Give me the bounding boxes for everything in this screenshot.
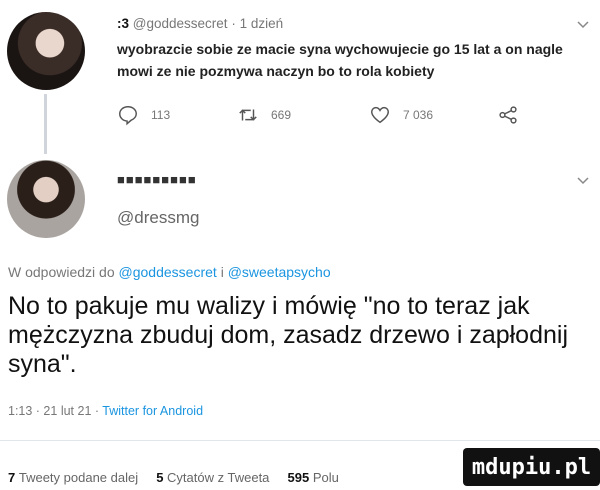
quotes-stat-count: 5 bbox=[156, 470, 164, 485]
likes-stat[interactable]: 595 Polu bbox=[287, 470, 338, 485]
tweet1-text: wyobrazcie sobie ze macie syna wychowuje… bbox=[117, 41, 563, 79]
mention-goddessecret[interactable]: @goddessecret bbox=[119, 264, 217, 280]
reply-context: W odpowiedzi do @goddessecret i @sweetap… bbox=[8, 264, 331, 280]
mention-sweetapsycho[interactable]: @sweetapsycho bbox=[228, 264, 331, 280]
tweet2-client[interactable]: Twitter for Android bbox=[102, 404, 203, 418]
retweet-button[interactable]: 669 bbox=[237, 104, 291, 126]
share-icon bbox=[499, 106, 517, 124]
tweet1-name[interactable]: :3 bbox=[117, 16, 129, 31]
avatar-goddessecret[interactable] bbox=[7, 12, 85, 90]
watermark-text: mdupiu.pl bbox=[471, 454, 592, 480]
reply-prefix: W odpowiedzi do bbox=[8, 264, 115, 280]
tweet2-meta: 1:13 · 21 lut 21 · Twitter for Android bbox=[8, 404, 203, 418]
tweet2-name[interactable]: ■■■■■■■■■ bbox=[117, 172, 197, 187]
like-button[interactable]: 7 036 bbox=[369, 104, 433, 126]
tweet1-handle[interactable]: @goddessecret bbox=[133, 16, 228, 31]
tweet2-time: 1:13 · 21 lut 21 · bbox=[8, 404, 100, 418]
heart-icon bbox=[371, 106, 389, 124]
reply-button[interactable]: 113 bbox=[117, 104, 170, 126]
reply-and: i bbox=[220, 264, 224, 280]
like-count: 7 036 bbox=[403, 108, 434, 122]
tweet-stats: 7 Tweety podane dalej 5 Cytatów z Tweeta… bbox=[8, 470, 339, 485]
retweets-stat-count: 7 bbox=[8, 470, 16, 485]
tweet1-header: :3 @goddessecret · 1 dzień bbox=[117, 16, 284, 31]
quotes-stat[interactable]: 5 Cytatów z Tweeta bbox=[156, 470, 269, 485]
tweet2-handle[interactable]: @dressmg bbox=[117, 208, 199, 228]
watermark-logo: mdupiu.pl bbox=[463, 448, 600, 486]
retweets-stat-label: Tweety podane dalej bbox=[18, 470, 139, 485]
quotes-stat-label: Cytatów z Tweeta bbox=[167, 470, 270, 485]
likes-stat-count: 595 bbox=[287, 470, 310, 485]
divider bbox=[0, 440, 600, 441]
reply-count: 113 bbox=[151, 108, 171, 122]
retweet-count: 669 bbox=[271, 108, 292, 122]
tweet2-text: No to pakuje mu walizy i mówię "no to te… bbox=[8, 292, 568, 378]
chevron-down-icon[interactable] bbox=[576, 174, 590, 188]
share-button[interactable] bbox=[497, 104, 519, 126]
likes-stat-label: Polu bbox=[312, 470, 339, 485]
tweet1-time[interactable]: 1 dzień bbox=[240, 16, 284, 31]
reply-icon bbox=[119, 106, 137, 126]
retweets-stat[interactable]: 7 Tweety podane dalej bbox=[8, 470, 138, 485]
chevron-down-icon[interactable] bbox=[576, 18, 590, 32]
avatar-dressmg[interactable] bbox=[7, 160, 85, 238]
retweet-icon bbox=[239, 109, 257, 121]
tweet1-actions: 113 669 7 036 bbox=[117, 104, 557, 128]
thread-line bbox=[44, 94, 47, 154]
